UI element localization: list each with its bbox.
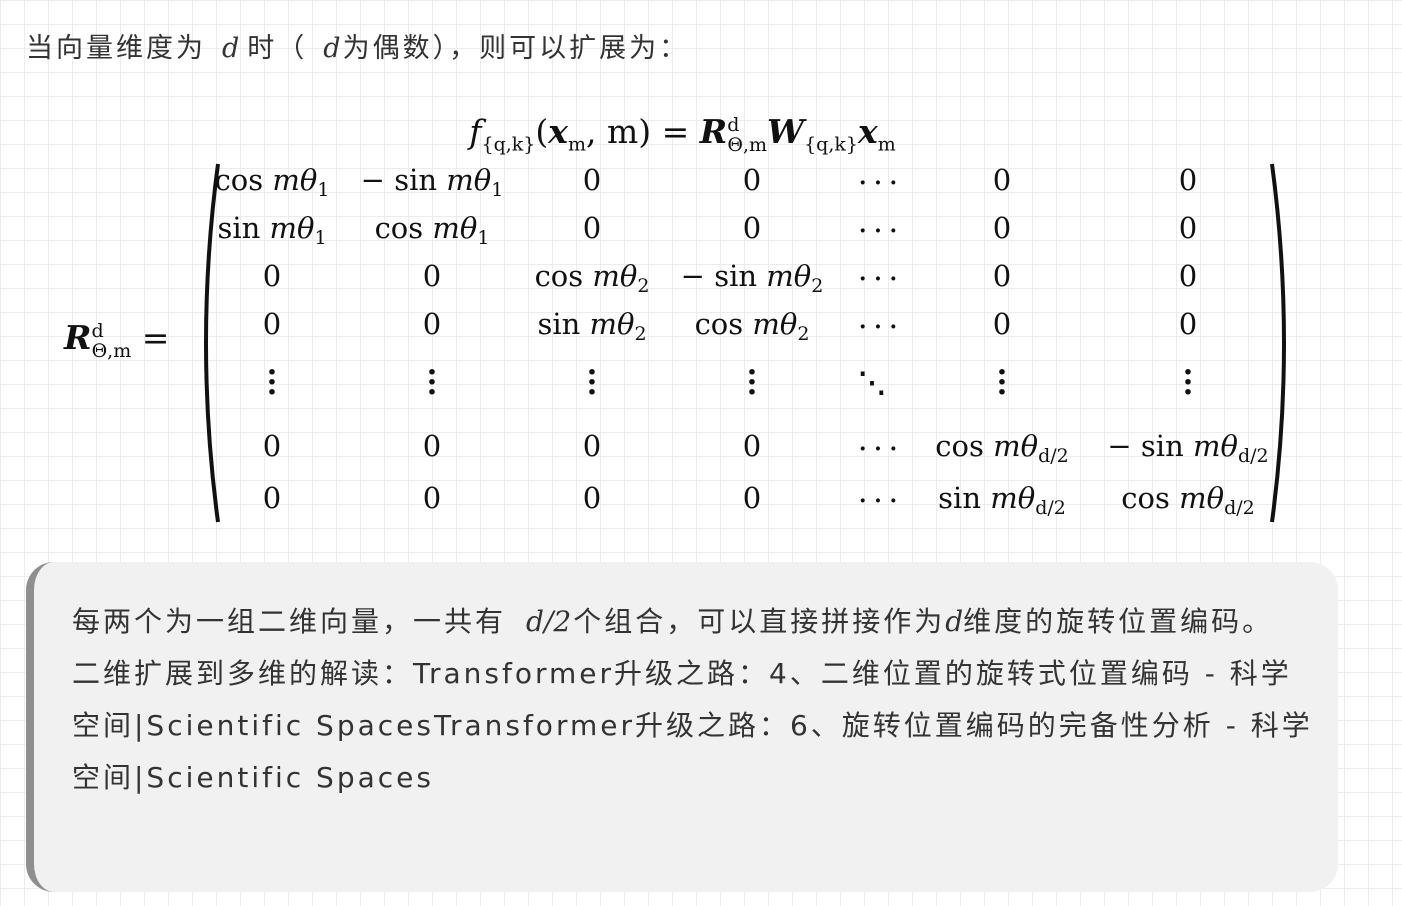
matrix-cell-r6-c4: 0 — [742, 429, 762, 463]
matrix-diagonal-dots: ⋱ — [858, 366, 886, 399]
lhs-superscript: d — [91, 320, 104, 342]
matrix-cell-r4-c2: 0 — [422, 307, 442, 341]
matrix-cell-r1-c7: 0 — [1178, 163, 1198, 197]
matrix-cell-r4-c4: cos mθ2 — [694, 307, 810, 345]
note-text-a: 每两个为一组二维向量，一共有 — [72, 605, 507, 638]
matrix-cell-r6-c2: 0 — [422, 429, 442, 463]
matrix-cell-r2-c7: 0 — [1178, 211, 1198, 245]
matrix-cell-r4-c5: · · · — [858, 314, 898, 340]
matrix-cell-r6-c3: 0 — [582, 429, 602, 463]
matrix-cell-r5-c1: · · · — [266, 355, 278, 410]
note-var-d: d — [945, 605, 964, 638]
matrix-cell-r2-c2: cos mθ1 — [374, 211, 490, 249]
eq-paren-open: ( — [535, 112, 549, 151]
intro-sentence: 当向量维度为 d 时（ d为偶数），则可以扩展为： — [26, 26, 689, 65]
matrix-cell-r7-c7: cos mθd/2 — [1121, 481, 1255, 519]
matrix-cell-r7-c2: 0 — [422, 481, 442, 515]
matrix-cell-r6-c6: cos mθd/2 — [935, 429, 1069, 467]
matrix-cell-r5-c4: · · · — [746, 355, 758, 410]
callout-note: 每两个为一组二维向量，一共有 d/2个组合，可以直接拼接作为d维度的旋转位置编码。… — [26, 562, 1338, 892]
eq-x-subscript: m — [567, 133, 586, 156]
matrix-cell-r2-c3: 0 — [582, 211, 602, 245]
rotation-equation: f{q,k}(xm, m) = RdΘ,mW{q,k}xm — [469, 112, 896, 156]
intro-var-d: d — [222, 33, 240, 64]
matrix-cell-r7-c1: 0 — [262, 481, 282, 515]
eq-args-rest: , m) = — [586, 112, 700, 151]
matrix-cell-r4-c1: 0 — [262, 307, 282, 341]
intro-var-d-2: d — [323, 33, 341, 64]
matrix-cell-r7-c6: sin mθd/2 — [938, 481, 1066, 519]
matrix-cell-r5-c3: · · · — [586, 355, 598, 410]
matrix-cell-r4-c3: sin mθ2 — [537, 307, 647, 345]
matrix-cell-r3-c7: 0 — [1178, 259, 1198, 293]
matrix-cell-r3-c3: cos mθ2 — [534, 259, 650, 297]
matrix-cell-r3-c6: 0 — [992, 259, 1012, 293]
matrix-cell-r3-c4: − sin mθ2 — [680, 259, 824, 297]
matrix-cell-r1-c1: cos mθ1 — [214, 163, 330, 201]
note-paragraph-1: 每两个为一组二维向量，一共有 d/2个组合，可以直接拼接作为d维度的旋转位置编码。 — [72, 596, 1320, 648]
eq-f-subscript: {q,k} — [481, 133, 536, 156]
intro-prefix: 当向量维度为 — [26, 33, 206, 64]
matrix-cell-r4-c7: 0 — [1178, 307, 1198, 341]
matrix-cell-r7-c3: 0 — [582, 481, 602, 515]
matrix-cell-r3-c5: · · · — [858, 266, 898, 292]
matrix-cell-r1-c4: 0 — [742, 163, 762, 197]
eq-r-subscript: Θ,m — [727, 133, 768, 156]
matrix-cell-r2-c1: sin mθ1 — [217, 211, 327, 249]
eq-r-superscript: d — [727, 114, 740, 136]
matrix-cell-r6-c5: · · · — [858, 436, 898, 462]
matrix-cell-r5-c7: · · · — [1182, 355, 1194, 410]
note-text-b: 个组合，可以直接拼接作为 — [573, 605, 946, 638]
eq-x2-subscript: m — [877, 133, 896, 156]
matrix-cell-r1-c5: · · · — [858, 170, 898, 196]
note-paragraph-2: 二维扩展到多维的解读：Transformer升级之路：4、二维位置的旋转式位置编… — [72, 657, 1313, 794]
right-parenthesis — [1270, 163, 1286, 523]
matrix-cell-r1-c2: − sin mθ1 — [360, 163, 504, 201]
matrix-cell-r6-c1: 0 — [262, 429, 282, 463]
note-text-c: 维度的旋转位置编码。 — [963, 605, 1274, 638]
lhs-equals: = — [141, 318, 170, 357]
intro-suffix: 为偶数），则可以扩展为： — [342, 33, 690, 64]
matrix-lhs: RdΘ,m = — [64, 318, 170, 362]
matrix-cell-r3-c2: 0 — [422, 259, 442, 293]
matrix-cell-r6-c7: − sin mθd/2 — [1107, 429, 1269, 467]
matrix-cell-r7-c5: · · · — [858, 488, 898, 514]
matrix-cell-r2-c5: · · · — [858, 218, 898, 244]
note-body: 每两个为一组二维向量，一共有 d/2个组合，可以直接拼接作为d维度的旋转位置编码。… — [72, 596, 1320, 804]
matrix-cell-r2-c4: 0 — [742, 211, 762, 245]
matrix-cell-r1-c6: 0 — [992, 163, 1012, 197]
matrix-cell-r1-c3: 0 — [582, 163, 602, 197]
lhs-subscript: Θ,m — [91, 339, 132, 362]
matrix-cell-r7-c4: 0 — [742, 481, 762, 515]
matrix-cell-r3-c1: 0 — [262, 259, 282, 293]
eq-w-subscript: {q,k} — [804, 133, 858, 156]
matrix-cell-r2-c6: 0 — [992, 211, 1012, 245]
matrix-cell-r4-c6: 0 — [992, 307, 1012, 341]
matrix-cell-r5-c2: · · · — [426, 355, 438, 410]
note-var-d-half: d/2 — [526, 605, 572, 638]
intro-mid: 时（ — [247, 33, 308, 64]
matrix-cell-r5-c6: · · · — [996, 355, 1008, 410]
